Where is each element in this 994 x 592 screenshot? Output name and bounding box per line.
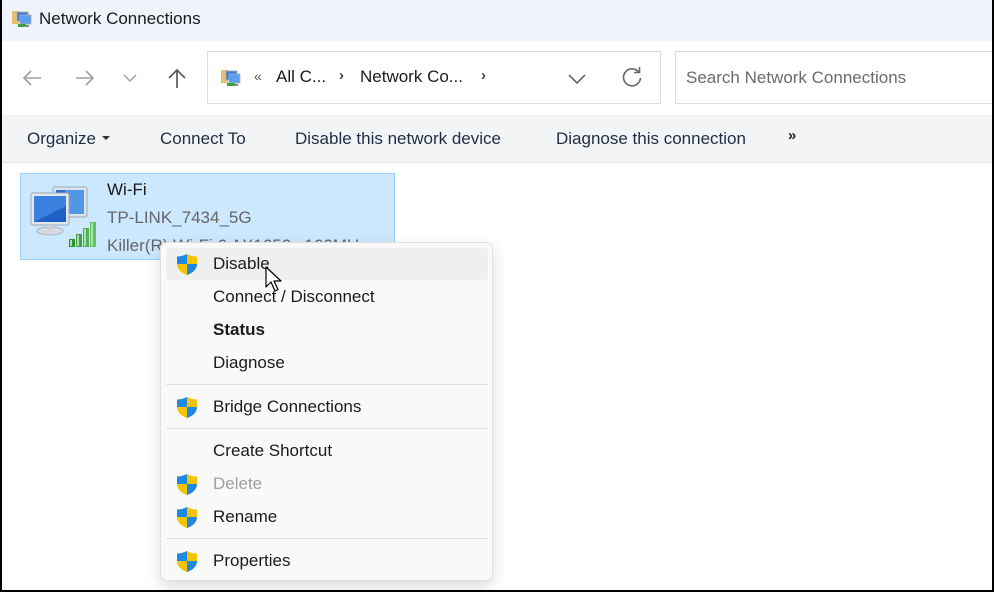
- menu-item-bridge-connections[interactable]: Bridge Connections: [166, 391, 488, 423]
- recent-locations-button[interactable]: [115, 63, 145, 93]
- back-button[interactable]: [17, 63, 47, 93]
- forward-button[interactable]: [70, 63, 100, 93]
- window-title: Network Connections: [39, 9, 201, 28]
- breadcrumb-all-control-panel-items[interactable]: All C...: [276, 67, 326, 87]
- menu-item-diagnose[interactable]: Diagnose: [166, 347, 488, 379]
- breadcrumb-separator[interactable]: ›: [339, 67, 344, 84]
- more-commands-button[interactable]: »: [788, 127, 796, 144]
- menu-item-label: Bridge Connections: [213, 397, 362, 416]
- up-button[interactable]: [162, 63, 192, 93]
- menu-item-connect-disconnect[interactable]: Connect / Disconnect: [166, 281, 488, 313]
- title-bar: Network Connections: [2, 0, 992, 41]
- connections-list: Wi-Fi TP-LINK_7434_5G Killer(R) Wi-Fi 6 …: [2, 164, 992, 590]
- breadcrumb-network-connections[interactable]: Network Co...: [360, 67, 463, 87]
- menu-item-label: Rename: [213, 507, 278, 526]
- menu-item-label: Delete: [213, 474, 263, 493]
- menu-item-delete[interactable]: Delete: [166, 468, 488, 500]
- arrow-left-icon: [22, 70, 41, 86]
- wireless-network-adapter-icon: [30, 186, 96, 247]
- arrow-up-icon: [168, 68, 186, 88]
- menu-item-rename[interactable]: Rename: [166, 501, 488, 533]
- uac-shield-icon: [177, 507, 197, 528]
- connect-to-button[interactable]: Connect To: [160, 129, 246, 149]
- uac-shield-icon: [177, 254, 197, 275]
- organize-label: Organize: [27, 129, 96, 148]
- search-box[interactable]: [675, 51, 992, 104]
- menu-item-label: Diagnose: [213, 353, 285, 372]
- menu-item-label: Disable: [213, 254, 270, 273]
- menu-item-properties[interactable]: Properties: [166, 545, 488, 577]
- menu-item-label: Create Shortcut: [213, 441, 333, 460]
- uac-shield-icon: [177, 474, 197, 495]
- menu-separator: [166, 538, 488, 539]
- network-connections-icon: [221, 70, 241, 86]
- menu-separator: [166, 384, 488, 385]
- disable-network-device-button[interactable]: Disable this network device: [295, 129, 501, 149]
- menu-item-disable[interactable]: Disable: [166, 248, 488, 280]
- breadcrumb-separator[interactable]: ›: [481, 67, 486, 84]
- menu-separator: [166, 428, 488, 429]
- uac-shield-icon: [177, 397, 197, 418]
- search-input[interactable]: [676, 52, 992, 103]
- connection-name: Wi-Fi: [107, 180, 147, 199]
- arrow-right-icon: [76, 70, 95, 86]
- navigation-bar: « All C... › Network Co... ›: [2, 41, 992, 115]
- diagnose-connection-button[interactable]: Diagnose this connection: [556, 129, 746, 149]
- chevron-down-icon: [123, 74, 137, 83]
- refresh-icon[interactable]: [619, 65, 645, 91]
- address-bar[interactable]: « All C... › Network Co... ›: [207, 51, 661, 104]
- connection-network: TP-LINK_7434_5G: [107, 208, 252, 227]
- organize-button[interactable]: Organize: [27, 129, 110, 149]
- caret-down-icon: [101, 135, 110, 140]
- network-connections-window: Network Connections « All C... › Network…: [2, 0, 992, 590]
- menu-item-status[interactable]: Status: [166, 314, 488, 346]
- menu-item-label: Connect / Disconnect: [213, 287, 375, 306]
- network-connections-icon: [12, 11, 32, 27]
- menu-item-label: Properties: [213, 551, 291, 570]
- uac-shield-icon: [177, 551, 197, 572]
- chevron-down-icon[interactable]: [566, 70, 588, 88]
- breadcrumb-overflow[interactable]: «: [254, 68, 262, 84]
- menu-item-create-shortcut[interactable]: Create Shortcut: [166, 435, 488, 467]
- command-bar: Organize Connect To Disable this network…: [2, 115, 992, 163]
- menu-item-label: Status: [213, 320, 265, 339]
- context-menu: Disable Connect / Disconnect Status Diag…: [160, 242, 493, 581]
